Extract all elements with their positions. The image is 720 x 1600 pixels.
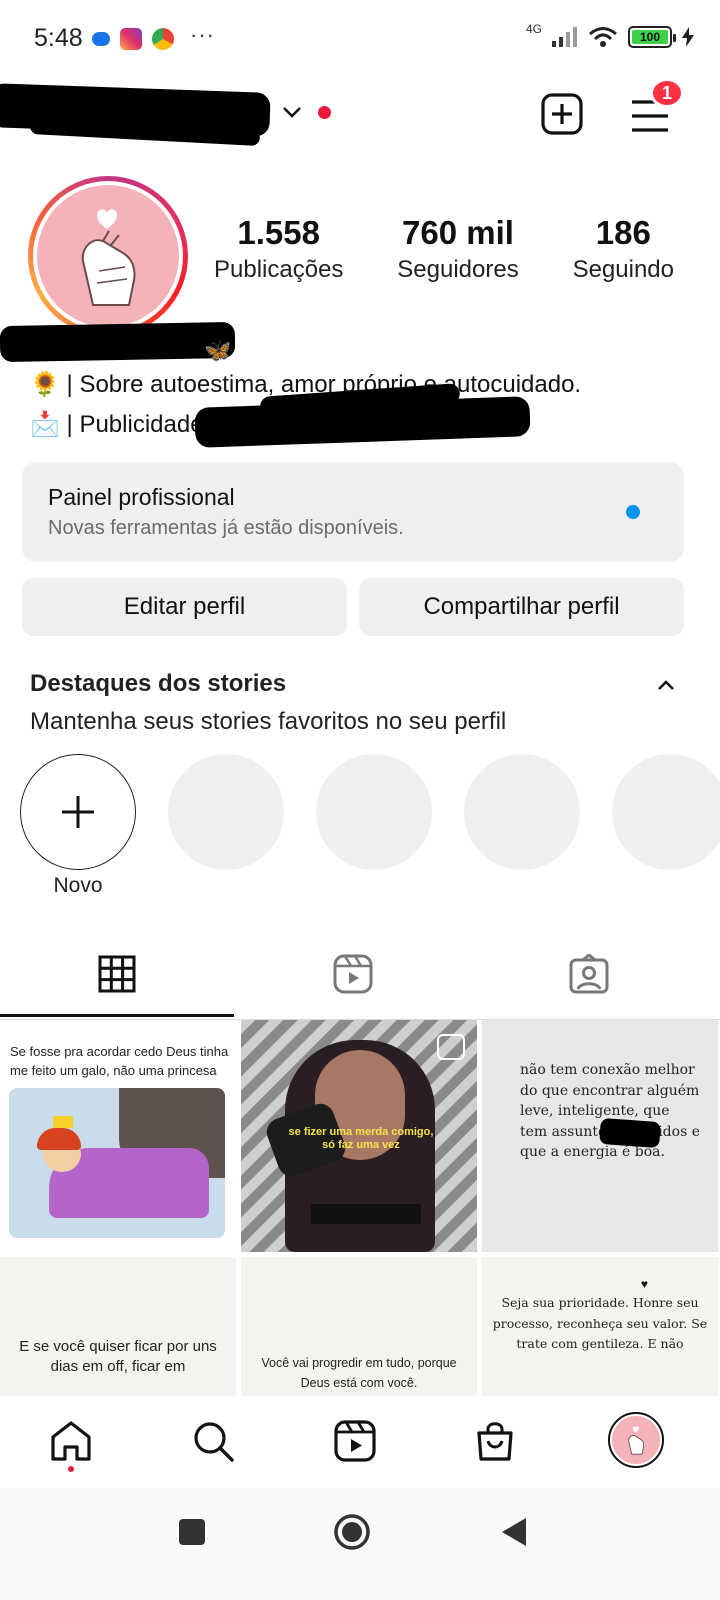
- nav-profile-avatar[interactable]: [608, 1412, 664, 1468]
- finger-heart-icon: [628, 1426, 645, 1455]
- status-bar: 5:48 ··· 4G 100: [0, 0, 720, 78]
- home-button[interactable]: [330, 1510, 374, 1554]
- back-button[interactable]: [492, 1510, 536, 1554]
- home-notification-dot: [68, 1466, 74, 1472]
- highlight-placeholder: [168, 754, 284, 870]
- bottom-navigation: [0, 1396, 720, 1488]
- wifi-icon: [589, 27, 617, 47]
- home-icon: [51, 1421, 91, 1461]
- cartoon-princess-image: [9, 1088, 225, 1238]
- status-time: 5:48: [34, 24, 83, 52]
- stat-following-label: Seguindo: [572, 256, 674, 283]
- display-name-redacted: [0, 321, 236, 363]
- bio-line-2: 📩 | Publicidade: [30, 411, 204, 438]
- reels-icon: [334, 1420, 376, 1462]
- finger-heart-icon: [81, 209, 136, 306]
- highlights-subtitle: Mantenha seus stories favoritos no seu p…: [30, 708, 507, 735]
- highlights-title: Destaques dos stories: [30, 670, 287, 697]
- edit-profile-button[interactable]: Editar perfil: [22, 578, 347, 636]
- account-notification-dot: [318, 106, 331, 119]
- highlights-row: Novo: [20, 754, 720, 904]
- grid-icon: [98, 955, 136, 993]
- stat-following[interactable]: 186 Seguindo: [573, 214, 674, 284]
- posts-grid: Se fosse pra acordar cedo Deus tinha me …: [0, 1020, 720, 1396]
- tab-tagged[interactable]: [472, 930, 706, 1018]
- highlight-placeholder: [464, 754, 580, 870]
- professional-dashboard-subtitle: Novas ferramentas já estão disponíveis.: [48, 517, 404, 539]
- nav-home[interactable]: [46, 1416, 96, 1466]
- stat-followers[interactable]: 760 mil Seguidores: [397, 214, 518, 284]
- content-tabs: [0, 930, 720, 1020]
- reel-indicator-icon: [437, 1034, 465, 1060]
- search-icon: [194, 1422, 234, 1462]
- stat-followers-value: 760 mil: [402, 214, 514, 251]
- post-5-text: Você vai progredir em tudo, porque Deus …: [261, 1356, 457, 1390]
- post-6-text: Seja sua prioridade. Honre seu processo,…: [492, 1295, 708, 1351]
- heart-icon: ♥: [640, 1277, 648, 1291]
- stat-following-value: 186: [595, 214, 651, 251]
- post-thumbnail[interactable]: E se você quiser ficar por uns dias em o…: [0, 1257, 236, 1396]
- account-switch-chevron-icon[interactable]: [282, 106, 302, 120]
- post-4-text: E se você quiser ficar por uns dias em o…: [19, 1338, 217, 1375]
- profile-avatar-ring[interactable]: [28, 176, 188, 336]
- profile-actions: Editar perfil Compartilhar perfil: [22, 578, 684, 636]
- post-2-caption: se fizer uma merda comigo, só faz uma ve…: [288, 1126, 434, 1151]
- network-type: 4G: [525, 22, 542, 36]
- notification-icons: ···: [92, 22, 215, 50]
- professional-dashboard-title: Painel profissional: [48, 484, 235, 510]
- stat-posts[interactable]: 1.558 Publicações: [214, 214, 343, 284]
- tab-posts-grid[interactable]: [0, 930, 234, 1018]
- new-highlight-button[interactable]: [20, 754, 136, 870]
- stat-posts-value: 1.558: [237, 214, 320, 251]
- profile-header: 1: [0, 78, 720, 158]
- nav-search[interactable]: [188, 1416, 238, 1466]
- circle-home-icon: [334, 1514, 370, 1550]
- plus-icon: [62, 796, 94, 828]
- nav-reels[interactable]: [330, 1416, 380, 1466]
- active-tab-indicator: [0, 1014, 234, 1017]
- shopping-bag-icon: [477, 1422, 513, 1461]
- instagram-notification-icon: [120, 28, 142, 50]
- charging-icon: [682, 27, 694, 47]
- square-icon: [179, 1519, 205, 1545]
- new-tools-indicator-dot: [626, 505, 640, 519]
- create-post-icon[interactable]: [540, 92, 584, 136]
- more-notifications-icon: ···: [190, 22, 215, 47]
- profile-avatar: [37, 185, 179, 327]
- post-thumbnail[interactable]: ♥ Seja sua prioridade. Honre seu process…: [482, 1257, 718, 1396]
- stat-posts-label: Publicações: [214, 256, 344, 283]
- post-thumbnail[interactable]: não tem conexão melhor do que encontrar …: [482, 1020, 718, 1252]
- battery-level: 100: [632, 30, 668, 44]
- post-thumbnail[interactable]: Se fosse pra acordar cedo Deus tinha me …: [0, 1020, 236, 1252]
- redaction-bar: [311, 1204, 421, 1224]
- battery-icon: 100: [628, 26, 676, 48]
- professional-dashboard-card[interactable]: Painel profissional Novas ferramentas já…: [22, 462, 684, 562]
- highlight-placeholder: [612, 754, 720, 870]
- recent-apps-button[interactable]: [170, 1510, 214, 1554]
- chrome-notification-icon: [152, 28, 174, 50]
- highlight-placeholder: [316, 754, 432, 870]
- nav-shop[interactable]: [470, 1416, 520, 1466]
- message-notification-icon: [92, 32, 110, 46]
- reels-icon: [333, 954, 373, 994]
- post-3-text: não tem conexão melhor do que encontrar …: [520, 1062, 700, 1160]
- system-status: 4G 100: [526, 22, 694, 48]
- share-profile-button[interactable]: Compartilhar perfil: [359, 578, 684, 636]
- back-triangle-icon: [502, 1518, 526, 1546]
- menu-notification-badge: 1: [650, 78, 684, 108]
- butterfly-emoji: 🦋: [204, 338, 232, 363]
- signal-icon: [552, 27, 577, 47]
- stat-followers-label: Seguidores: [397, 256, 519, 283]
- system-navigation-bar: [0, 1488, 720, 1600]
- redaction-mark: [599, 1117, 661, 1149]
- tab-reels[interactable]: [236, 930, 470, 1018]
- tagged-person-icon: [569, 954, 609, 994]
- collapse-highlights-chevron-icon[interactable]: [656, 678, 676, 692]
- new-highlight-label: Novo: [53, 874, 103, 897]
- post-1-text: Se fosse pra acordar cedo Deus tinha me …: [10, 1044, 229, 1078]
- profile-stats: 1.558 Publicações 760 mil Seguidores 186…: [214, 214, 674, 284]
- post-thumbnail[interactable]: se fizer uma merda comigo, só faz uma ve…: [241, 1020, 477, 1252]
- post-thumbnail[interactable]: Você vai progredir em tudo, porque Deus …: [241, 1257, 477, 1396]
